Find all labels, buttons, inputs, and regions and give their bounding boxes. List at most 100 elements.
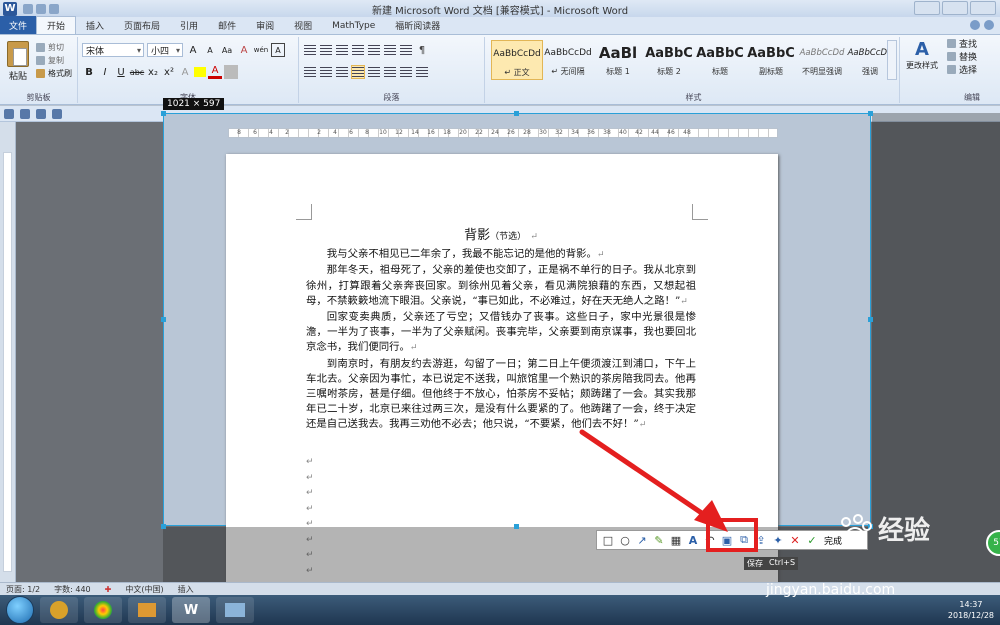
language-indicator[interactable]: 中文(中国) [125, 584, 163, 595]
tab-file[interactable]: 文件 [0, 16, 36, 34]
redo-icon[interactable] [36, 108, 46, 119]
multilevel-list-icon[interactable] [335, 43, 349, 57]
tab-review[interactable]: 审阅 [246, 17, 284, 34]
find-button[interactable]: 查找 [944, 37, 1000, 50]
cut-button[interactable]: 剪切 [36, 41, 72, 54]
minimize-button[interactable] [914, 1, 940, 15]
resize-handle[interactable] [514, 111, 519, 116]
save-icon[interactable] [23, 3, 33, 14]
phonetic-guide-button[interactable]: wén [254, 43, 268, 57]
style-title[interactable]: AaBbC 标题 [694, 40, 746, 80]
tab-foxit[interactable]: 福昕阅读器 [385, 17, 450, 34]
style-no-spacing[interactable]: AaBbCcDd ↵ 无间隔 [542, 40, 594, 80]
numbering-icon[interactable] [319, 43, 333, 57]
chinese-layout-icon[interactable] [383, 43, 397, 57]
taskbar-app-3[interactable] [128, 597, 166, 623]
tab-page-layout[interactable]: 页面布局 [114, 17, 170, 34]
align-right-icon[interactable] [335, 65, 349, 79]
replace-button[interactable]: 替换 [944, 50, 1000, 63]
spell-check-icon[interactable]: ✚ [105, 585, 112, 594]
save-icon[interactable] [4, 108, 14, 119]
decrease-indent-icon[interactable] [351, 43, 365, 57]
tab-view[interactable]: 视图 [284, 17, 322, 34]
char-border-button[interactable]: A [271, 43, 285, 57]
taskbar-app-2[interactable] [84, 597, 122, 623]
tab-references[interactable]: 引用 [170, 17, 208, 34]
start-button[interactable] [6, 596, 34, 624]
taskbar-explorer[interactable] [216, 597, 254, 623]
superscript-button[interactable]: x² [162, 65, 176, 79]
sort-icon[interactable] [399, 43, 413, 57]
shrink-font-button[interactable]: A [203, 43, 217, 57]
pin-tool-icon[interactable]: ✦ [771, 533, 785, 547]
insert-mode[interactable]: 插入 [178, 584, 194, 595]
resize-handle[interactable] [161, 524, 166, 529]
align-center-icon[interactable] [319, 65, 333, 79]
change-case-button[interactable]: Aa [220, 43, 234, 57]
clear-format-button[interactable]: A [237, 43, 251, 57]
cancel-icon[interactable]: ✕ [788, 533, 802, 547]
style-normal[interactable]: AaBbCcDd ↵ 正文 [491, 40, 543, 80]
resize-handle[interactable] [161, 317, 166, 322]
shading-icon[interactable] [399, 65, 413, 79]
font-color-button[interactable]: A [208, 65, 222, 79]
maximize-button[interactable] [942, 1, 968, 15]
select-button[interactable]: 选择 [944, 63, 1000, 76]
pen-tool-icon[interactable]: ✎ [652, 533, 666, 547]
copy-button[interactable]: 复制 [36, 54, 72, 67]
word-count[interactable]: 字数: 440 [54, 584, 91, 595]
tab-insert[interactable]: 插入 [76, 17, 114, 34]
styles-scroll[interactable] [887, 40, 897, 80]
highlight-icon[interactable] [194, 67, 206, 77]
document-body[interactable]: 背影（节选） ↵ 我与父亲不相见已二年余了，我最不能忘记的是他的背影。↵ 那年冬… [306, 228, 696, 434]
borders-icon[interactable] [415, 65, 429, 79]
clock[interactable]: 14:37 2018/12/28 [948, 599, 994, 621]
distributed-icon[interactable] [367, 65, 381, 79]
help-icon[interactable] [984, 20, 994, 30]
resize-handle[interactable] [161, 111, 166, 116]
font-name-select[interactable]: 宋体 [82, 43, 144, 57]
ellipse-tool-icon[interactable]: ○ [618, 533, 632, 547]
grow-font-button[interactable]: A [186, 43, 200, 57]
align-left-icon[interactable] [303, 65, 317, 79]
style-heading2[interactable]: AaBbC 标题 2 [643, 40, 695, 80]
resize-handle[interactable] [868, 317, 873, 322]
style-subtitle[interactable]: AaBbC 副标题 [745, 40, 797, 80]
tab-mathtype[interactable]: MathType [322, 17, 385, 34]
line-spacing-icon[interactable] [383, 65, 397, 79]
confirm-icon[interactable]: ✓ [805, 533, 819, 547]
taskbar-app-1[interactable] [40, 597, 78, 623]
arrow-tool-icon[interactable]: ↗ [635, 533, 649, 547]
minimize-ribbon-icon[interactable] [970, 20, 980, 30]
customize-icon[interactable] [52, 108, 62, 119]
char-shading-icon[interactable] [224, 65, 238, 79]
resize-handle[interactable] [868, 111, 873, 116]
word-app-icon[interactable]: W [3, 1, 17, 16]
strikethrough-button[interactable]: abc [130, 65, 144, 79]
text-effect-button[interactable]: A [178, 65, 192, 79]
redo-icon[interactable] [49, 3, 59, 14]
tab-mailings[interactable]: 邮件 [208, 17, 246, 34]
justify-icon[interactable] [351, 65, 365, 79]
rectangle-tool-icon[interactable]: □ [601, 533, 615, 547]
style-subtle-emphasis[interactable]: AaBbCcDd 不明显强调 [796, 40, 848, 80]
tab-home[interactable]: 开始 [36, 16, 77, 34]
format-painter-button[interactable]: 格式刷 [36, 67, 72, 80]
taskbar-word[interactable]: W [172, 597, 210, 623]
resize-handle[interactable] [514, 524, 519, 529]
underline-button[interactable]: U [114, 65, 128, 79]
text-tool-icon[interactable]: A [686, 533, 700, 547]
undo-icon[interactable] [20, 108, 30, 119]
close-button[interactable] [970, 1, 996, 15]
italic-button[interactable]: I [98, 65, 112, 79]
mosaic-tool-icon[interactable]: ▦ [669, 533, 683, 547]
style-heading1[interactable]: AaBl 标题 1 [592, 40, 644, 80]
paste-button[interactable]: 粘贴 [4, 41, 32, 82]
show-marks-icon[interactable]: ¶ [415, 43, 429, 57]
undo-icon[interactable] [36, 3, 46, 14]
page-count[interactable]: 页面: 1/2 [6, 584, 40, 595]
document-page[interactable]: 背影（节选） ↵ 我与父亲不相见已二年余了，我最不能忘记的是他的背影。↵ 那年冬… [226, 154, 778, 584]
change-styles-button[interactable]: A 更改样式 [904, 39, 940, 71]
subscript-button[interactable]: x₂ [146, 65, 160, 79]
bullets-icon[interactable] [303, 43, 317, 57]
